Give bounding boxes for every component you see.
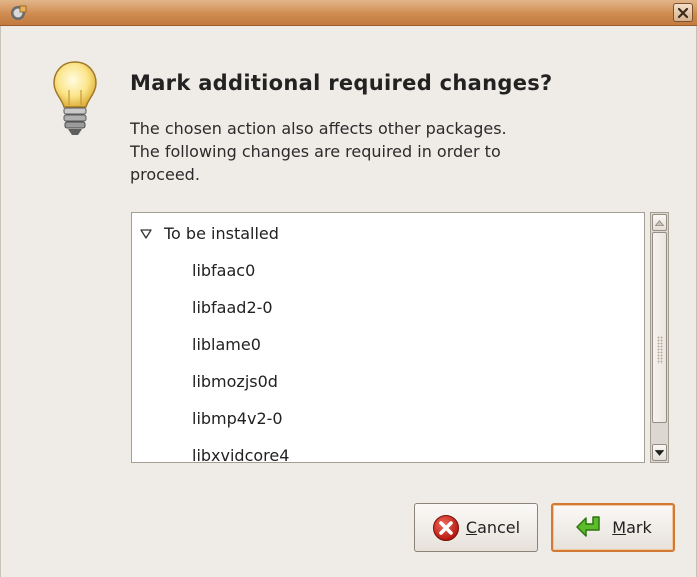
package-name: libxvidcore4 [192,446,290,463]
apply-arrow-icon [576,515,601,537]
cancel-icon [432,514,459,541]
scrollbar-thumb[interactable] [652,232,667,423]
description-line: The following changes are required in or… [130,142,501,161]
package-name: liblame0 [192,335,261,354]
group-label: To be installed [164,224,279,243]
package-name: libfaad2-0 [192,298,273,317]
package-row[interactable]: libmp4v2-0 [132,400,644,437]
lightbulb-icon [53,61,97,135]
close-icon [677,7,689,18]
package-name: libmp4v2-0 [192,409,283,428]
dialog-description: The chosen action also affects other pac… [130,117,600,186]
mark-button[interactable]: Mark [551,503,675,552]
mark-label: Mark [612,518,652,537]
package-manager-icon [11,5,27,20]
package-name: libmozjs0d [192,372,278,391]
description-line: The chosen action also affects other pac… [130,119,507,138]
vertical-scrollbar[interactable] [650,212,669,463]
package-name: libfaac0 [192,261,256,280]
close-button[interactable] [673,3,693,22]
package-row[interactable]: libfaac0 [132,252,644,289]
triangle-down-icon[interactable] [140,228,152,239]
package-row[interactable]: libfaad2-0 [132,289,644,326]
package-row[interactable]: libmozjs0d [132,363,644,400]
arrow-down-icon [655,449,664,456]
changes-tree[interactable]: To be installed libfaac0 libfaad2-0 libl… [131,212,645,463]
package-row[interactable]: liblame0 [132,326,644,363]
scroll-up-button[interactable] [652,214,667,231]
titlebar [0,0,697,26]
arrow-up-icon [655,219,664,226]
cancel-label: Cancel [465,518,521,537]
dialog-heading: Mark additional required changes? [130,71,553,95]
scrollbar-grip [657,336,663,364]
cancel-button[interactable]: Cancel [414,503,538,552]
package-row[interactable]: libxvidcore4 [132,437,644,463]
description-line: proceed. [130,165,200,184]
tree-group-row[interactable]: To be installed [132,215,644,252]
scroll-down-button[interactable] [652,444,667,461]
